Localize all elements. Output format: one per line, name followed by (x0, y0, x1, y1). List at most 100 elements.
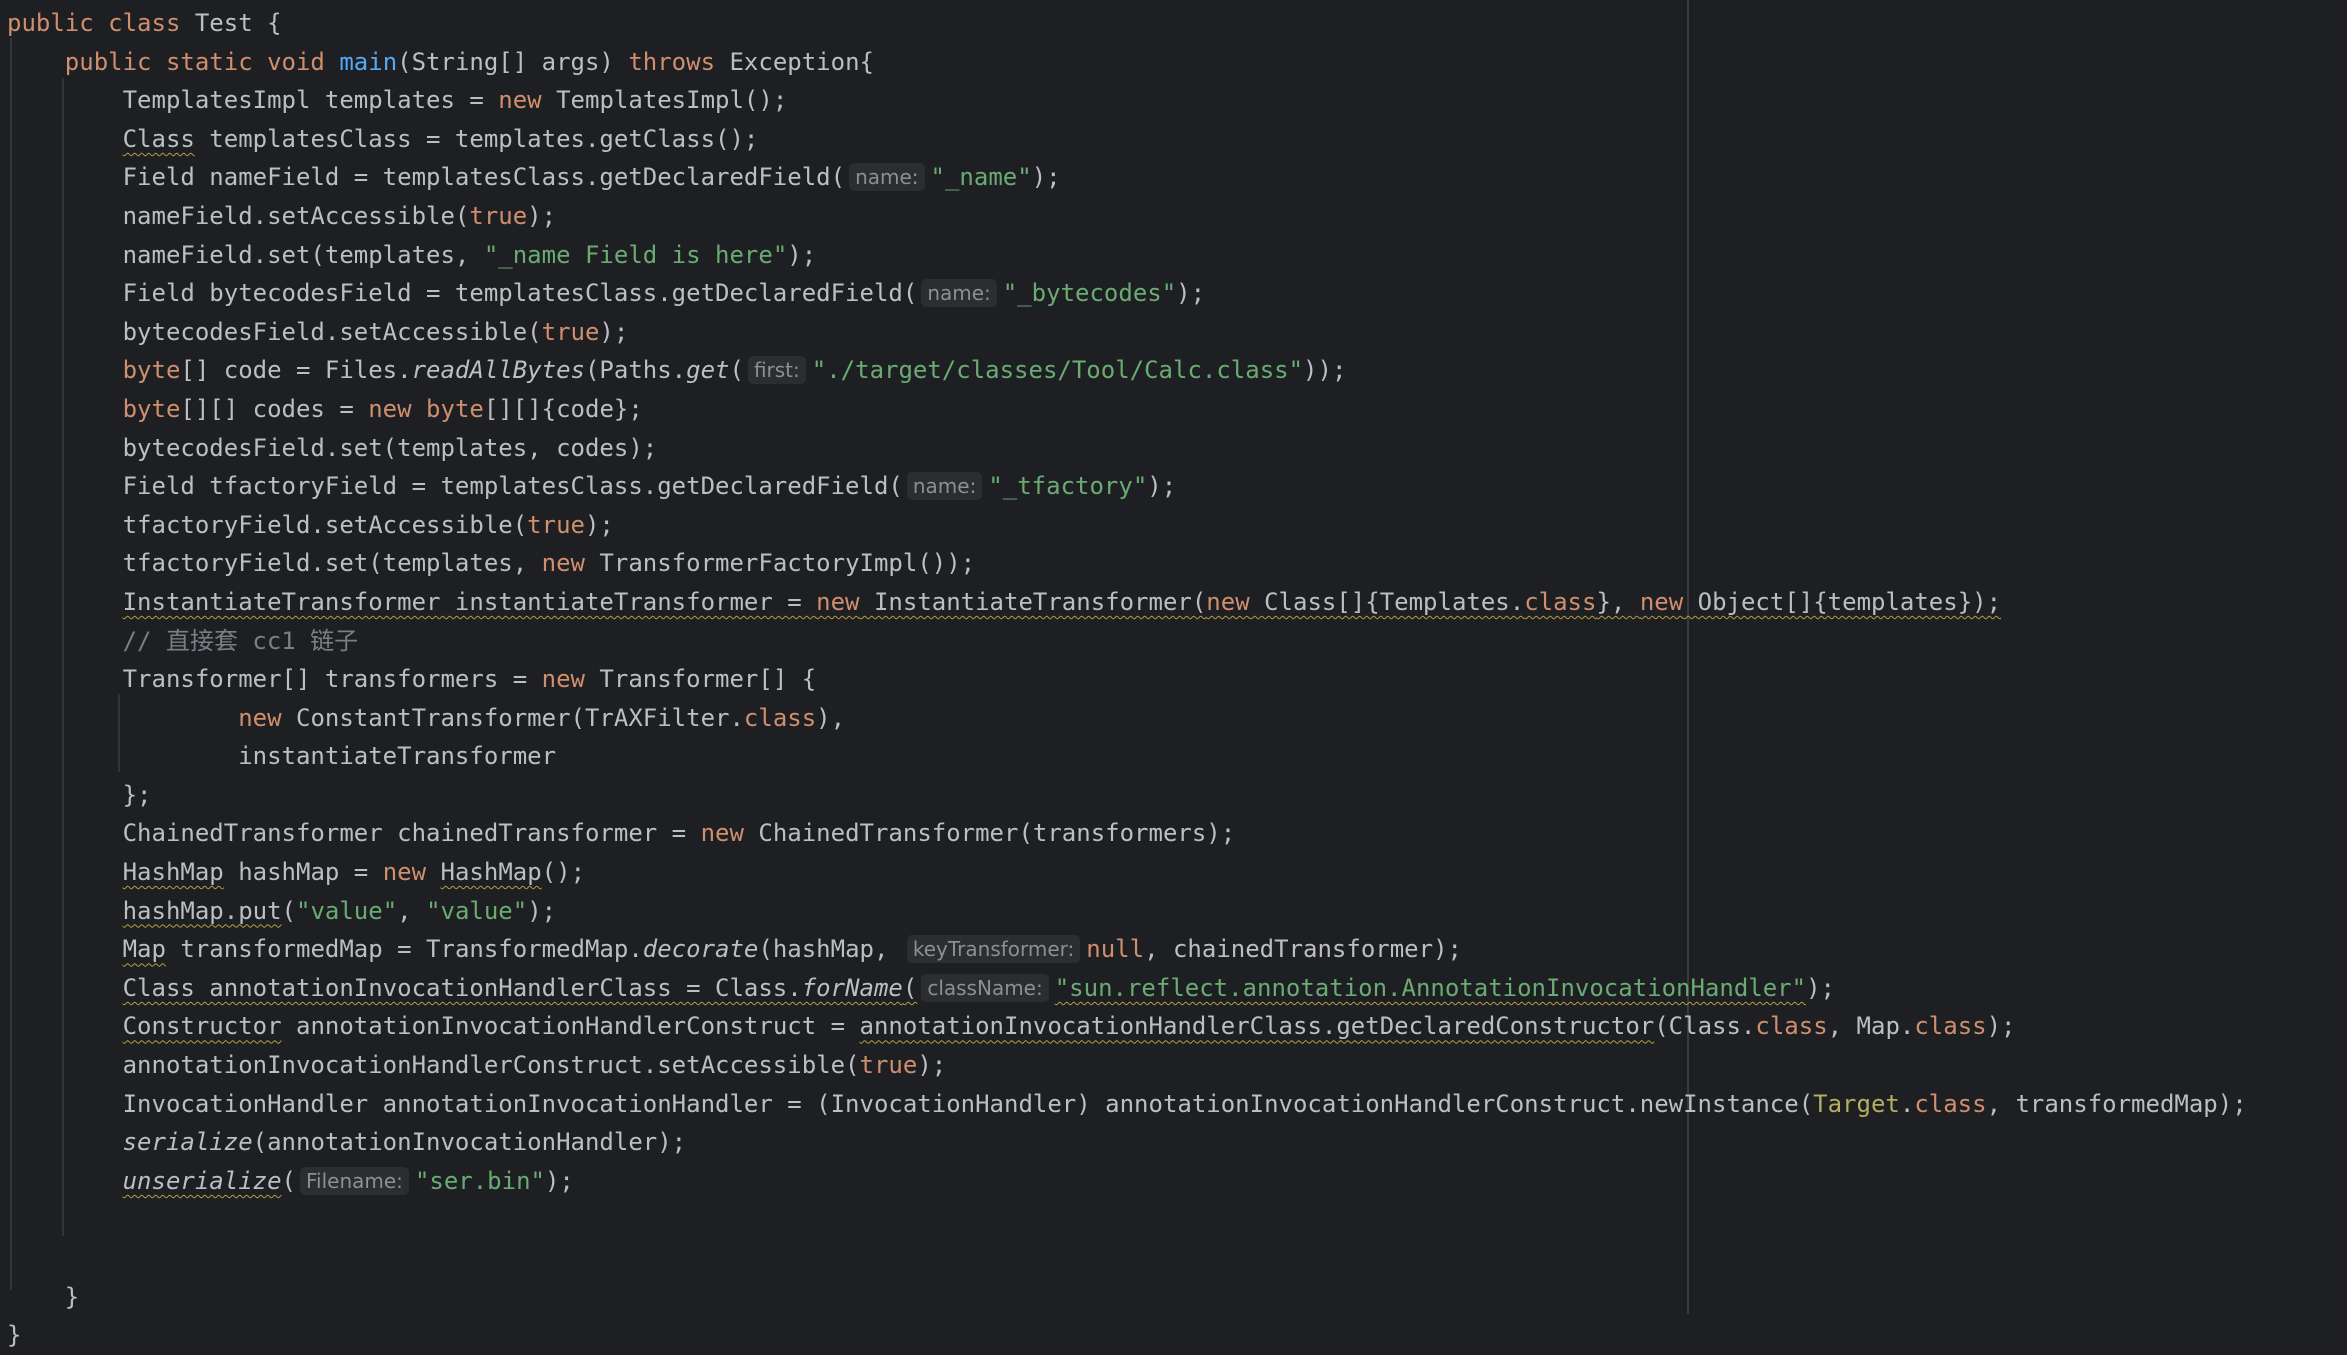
code-line[interactable]: bytecodesField.set(templates, codes); (7, 429, 2347, 468)
code-token: ( (729, 356, 744, 385)
code-token: "_tfactory" (988, 472, 1148, 501)
code-token: ( (281, 896, 296, 925)
code-token: (hashMap, (758, 935, 903, 964)
code-token: transformedMap = TransformedMap. (165, 935, 643, 964)
code-token: hashMap.put (122, 896, 282, 925)
code-line[interactable]: } (7, 1278, 2347, 1317)
code-token: Class[]{Templates. (1249, 587, 1525, 616)
inlay-parameter-hint: Filename: (300, 1166, 409, 1195)
code-token: [][] codes = (180, 394, 369, 423)
code-line[interactable]: Class annotationInvocationHandlerClass =… (7, 969, 2347, 1008)
code-token: instantiateTransformer (7, 742, 557, 771)
code-line[interactable]: annotationInvocationHandlerConstruct.set… (7, 1046, 2347, 1085)
code-token: Constructor (122, 1012, 282, 1041)
code-token: TemplatesImpl templates = (7, 86, 499, 115)
code-line[interactable]: TemplatesImpl templates = new TemplatesI… (7, 81, 2347, 120)
code-line[interactable]: Field nameField = templatesClass.getDecl… (7, 158, 2347, 197)
code-token: nameField.setAccessible( (7, 201, 470, 230)
code-line[interactable]: unserialize(Filename: "ser.bin"); (7, 1162, 2347, 1201)
code-token: true (469, 201, 528, 230)
code-token: annotationInvocationHandlerConstruct = (281, 1012, 860, 1041)
code-token: [] code = Files. (180, 356, 412, 385)
code-line[interactable]: bytecodesField.setAccessible(true); (7, 313, 2347, 352)
code-token: "sun.reflect.annotation.AnnotationInvoca… (1054, 973, 1807, 1002)
code-token: (Class. (1654, 1012, 1756, 1041)
code-line[interactable]: tfactoryField.setAccessible(true); (7, 506, 2347, 545)
code-token: forName (801, 973, 903, 1002)
code-line[interactable]: byte[][] codes = new byte[][]{code}; (7, 390, 2347, 429)
code-token: "value" (296, 896, 398, 925)
code-line[interactable]: Field tfactoryField = templatesClass.get… (7, 467, 2347, 506)
code-token: new (700, 819, 744, 848)
code-token: (String[] args) (397, 47, 629, 76)
inlay-parameter-hint: name: (921, 279, 997, 308)
code-line[interactable]: }; (7, 776, 2347, 815)
code-line[interactable]: hashMap.put("value", "value"); (7, 892, 2347, 931)
code-line[interactable]: new ConstantTransformer(TrAXFilter.class… (7, 699, 2347, 738)
code-line[interactable] (7, 1200, 2347, 1239)
code-line[interactable]: HashMap hashMap = new HashMap(); (7, 853, 2347, 892)
code-token: decorate (642, 935, 759, 964)
code-token: , transformedMap); (1986, 1089, 2247, 1118)
code-token: TransformerFactoryImpl()); (584, 549, 976, 578)
code-line[interactable]: serialize(annotationInvocationHandler); (7, 1123, 2347, 1162)
code-line[interactable]: nameField.setAccessible(true); (7, 197, 2347, 236)
code-token: ); (584, 510, 614, 539)
code-line[interactable]: Class templatesClass = templates.getClas… (7, 120, 2347, 159)
code-token: Field bytecodesField = templatesClass.ge… (7, 279, 918, 308)
code-token: ); (917, 1051, 947, 1080)
code-token: class (1524, 587, 1597, 616)
code-line[interactable]: InstantiateTransformer instantiateTransf… (7, 583, 2347, 622)
code-token: InstantiateTransformer( (859, 587, 1207, 616)
code-line[interactable]: instantiateTransformer (7, 737, 2347, 776)
code-token: Exception{ (715, 47, 874, 76)
code-token: null (1086, 935, 1145, 964)
code-token: ); (527, 201, 557, 230)
code-token: new (498, 86, 542, 115)
code-line[interactable]: byte[] code = Files.readAllBytes(Paths.g… (7, 351, 2347, 390)
code-line[interactable]: public class Test { (7, 4, 2347, 43)
code-line[interactable]: nameField.set(templates, "_name Field is… (7, 236, 2347, 275)
inlay-parameter-hint: first: (747, 356, 806, 385)
code-token: ); (1147, 472, 1177, 501)
code-token: ); (1031, 163, 1061, 192)
code-token: class (743, 703, 817, 732)
code-line[interactable]: } (7, 1316, 2347, 1355)
code-line[interactable]: public static void main(String[] args) t… (7, 43, 2347, 82)
code-token: byte (122, 356, 181, 385)
code-line[interactable]: Transformer[] transformers = new Transfo… (7, 660, 2347, 699)
code-token: Map (122, 935, 166, 964)
code-token: ConstantTransformer(TrAXFilter. (281, 703, 744, 732)
code-token: new (238, 703, 282, 732)
code-line[interactable]: // 直接套 cc1 链子 (7, 622, 2347, 661)
code-editor[interactable]: public class Test { public static void m… (0, 0, 2347, 1349)
code-token: InstantiateTransformer instantiateTransf… (122, 587, 817, 616)
code-token: true (527, 510, 585, 539)
code-line[interactable]: Field bytecodesField = templatesClass.ge… (7, 274, 2347, 313)
code-line[interactable]: Constructor annotationInvocationHandlerC… (7, 1007, 2347, 1046)
code-lines: public class Test { public static void m… (7, 4, 2347, 1355)
code-token: Field tfactoryField = templatesClass.get… (7, 472, 903, 501)
code-token: ( (281, 1166, 296, 1195)
code-line[interactable] (7, 1239, 2347, 1278)
code-token: new (368, 394, 412, 423)
code-token: new (541, 549, 585, 578)
code-token: ), (816, 703, 846, 732)
code-token: Target (1813, 1089, 1900, 1118)
code-token: "./target/classes/Tool/Calc.class" (811, 356, 1304, 385)
code-line[interactable]: Map transformedMap = TransformedMap.deco… (7, 930, 2347, 969)
code-line[interactable]: tfactoryField.set(templates, new Transfo… (7, 544, 2347, 583)
code-line[interactable]: InvocationHandler annotationInvocationHa… (7, 1085, 2347, 1124)
code-token: ( (902, 973, 918, 1002)
code-token: ); (527, 896, 557, 925)
code-token: . (1899, 1089, 1915, 1118)
code-line[interactable]: ChainedTransformer chainedTransformer = … (7, 814, 2347, 853)
code-token: "_bytecodes" (1002, 279, 1177, 308)
code-token: new (1639, 587, 1684, 616)
